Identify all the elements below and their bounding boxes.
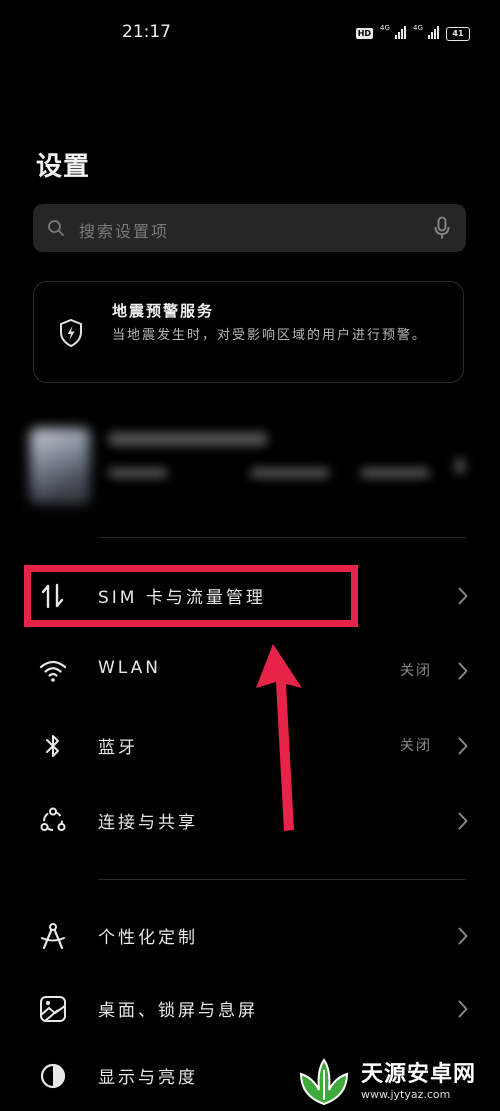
- earthquake-alert-card[interactable]: 地震预警服务 当地震发生时，对受影响区域的用户进行预警。: [33, 281, 464, 383]
- chevron-right-icon: [458, 587, 468, 605]
- divider: [98, 537, 466, 538]
- connections-label: 连接与共享: [98, 813, 198, 833]
- blurred-account-detail: [108, 468, 168, 478]
- watermark-url: www.jytyaz.com: [361, 1087, 451, 1101]
- blurred-account-detail: [250, 468, 330, 478]
- blurred-account-name: [108, 432, 268, 446]
- status-time: 21:17: [122, 22, 171, 42]
- wlan-label: WLAN: [98, 658, 162, 678]
- annotation-arrow-icon: [256, 644, 302, 831]
- display-label: 显示与亮度: [98, 1068, 198, 1088]
- search-bar[interactable]: 搜索设置项: [33, 204, 466, 252]
- status-bar: 21:17 HD 4G 4G 41: [0, 0, 500, 60]
- alert-title: 地震预警服务: [112, 302, 215, 320]
- shield-lightning-icon: [60, 318, 82, 348]
- personalization-label: 个性化定制: [98, 928, 198, 948]
- chevron-right-icon: [458, 1000, 468, 1018]
- avatar: [30, 428, 90, 504]
- microphone-icon[interactable]: [434, 216, 450, 240]
- page-title: 设置: [36, 152, 91, 182]
- search-icon: [48, 220, 64, 236]
- status-icons: HD 4G 4G 41: [355, 24, 470, 43]
- watermark-text: 天源安卓网 www.jytyaz.com: [361, 1062, 476, 1102]
- brightness-icon: [40, 1063, 66, 1089]
- signal-strength-icon: [395, 26, 407, 39]
- network-type-label-2: 4G: [413, 24, 423, 32]
- divider: [98, 879, 466, 880]
- chevron-right-icon: [458, 812, 468, 830]
- signal-1: 4G: [380, 24, 407, 43]
- chevron-right-icon: [458, 737, 468, 755]
- watermark-logo-icon: [299, 1057, 349, 1105]
- blurred-account-detail: [360, 468, 430, 478]
- wlan-status: 关闭: [400, 663, 432, 679]
- watermark: 天源安卓网 www.jytyaz.com: [295, 1052, 500, 1111]
- alert-description: 当地震发生时，对受影响区域的用户进行预警。: [112, 328, 428, 343]
- blurred-chevron: [455, 458, 465, 474]
- settings-item-home-lock-screen[interactable]: 桌面、锁屏与息屏: [0, 978, 500, 1038]
- hd-voice-badge: HD: [355, 28, 374, 39]
- settings-item-personalization[interactable]: 个性化定制: [0, 905, 500, 965]
- home-lock-screen-label: 桌面、锁屏与息屏: [98, 1001, 258, 1021]
- bluetooth-label: 蓝牙: [98, 738, 138, 758]
- bluetooth-icon: [46, 735, 59, 757]
- network-type-label-1: 4G: [380, 24, 390, 32]
- wallpaper-icon: [40, 996, 66, 1022]
- chevron-right-icon: [458, 927, 468, 945]
- account-row-blurred[interactable]: [30, 418, 470, 508]
- share-connections-icon: [40, 807, 66, 831]
- battery-icon: 41: [446, 26, 470, 41]
- watermark-name: 天源安卓网: [361, 1061, 477, 1087]
- compass-icon: [41, 923, 65, 950]
- signal-2: 4G: [413, 24, 439, 43]
- annotation-highlight-box: [24, 565, 358, 627]
- wifi-icon: [39, 660, 67, 682]
- signal-strength-icon: [428, 26, 439, 39]
- search-placeholder: 搜索设置项: [79, 222, 170, 241]
- chevron-right-icon: [458, 662, 468, 680]
- bluetooth-status: 关闭: [400, 738, 432, 754]
